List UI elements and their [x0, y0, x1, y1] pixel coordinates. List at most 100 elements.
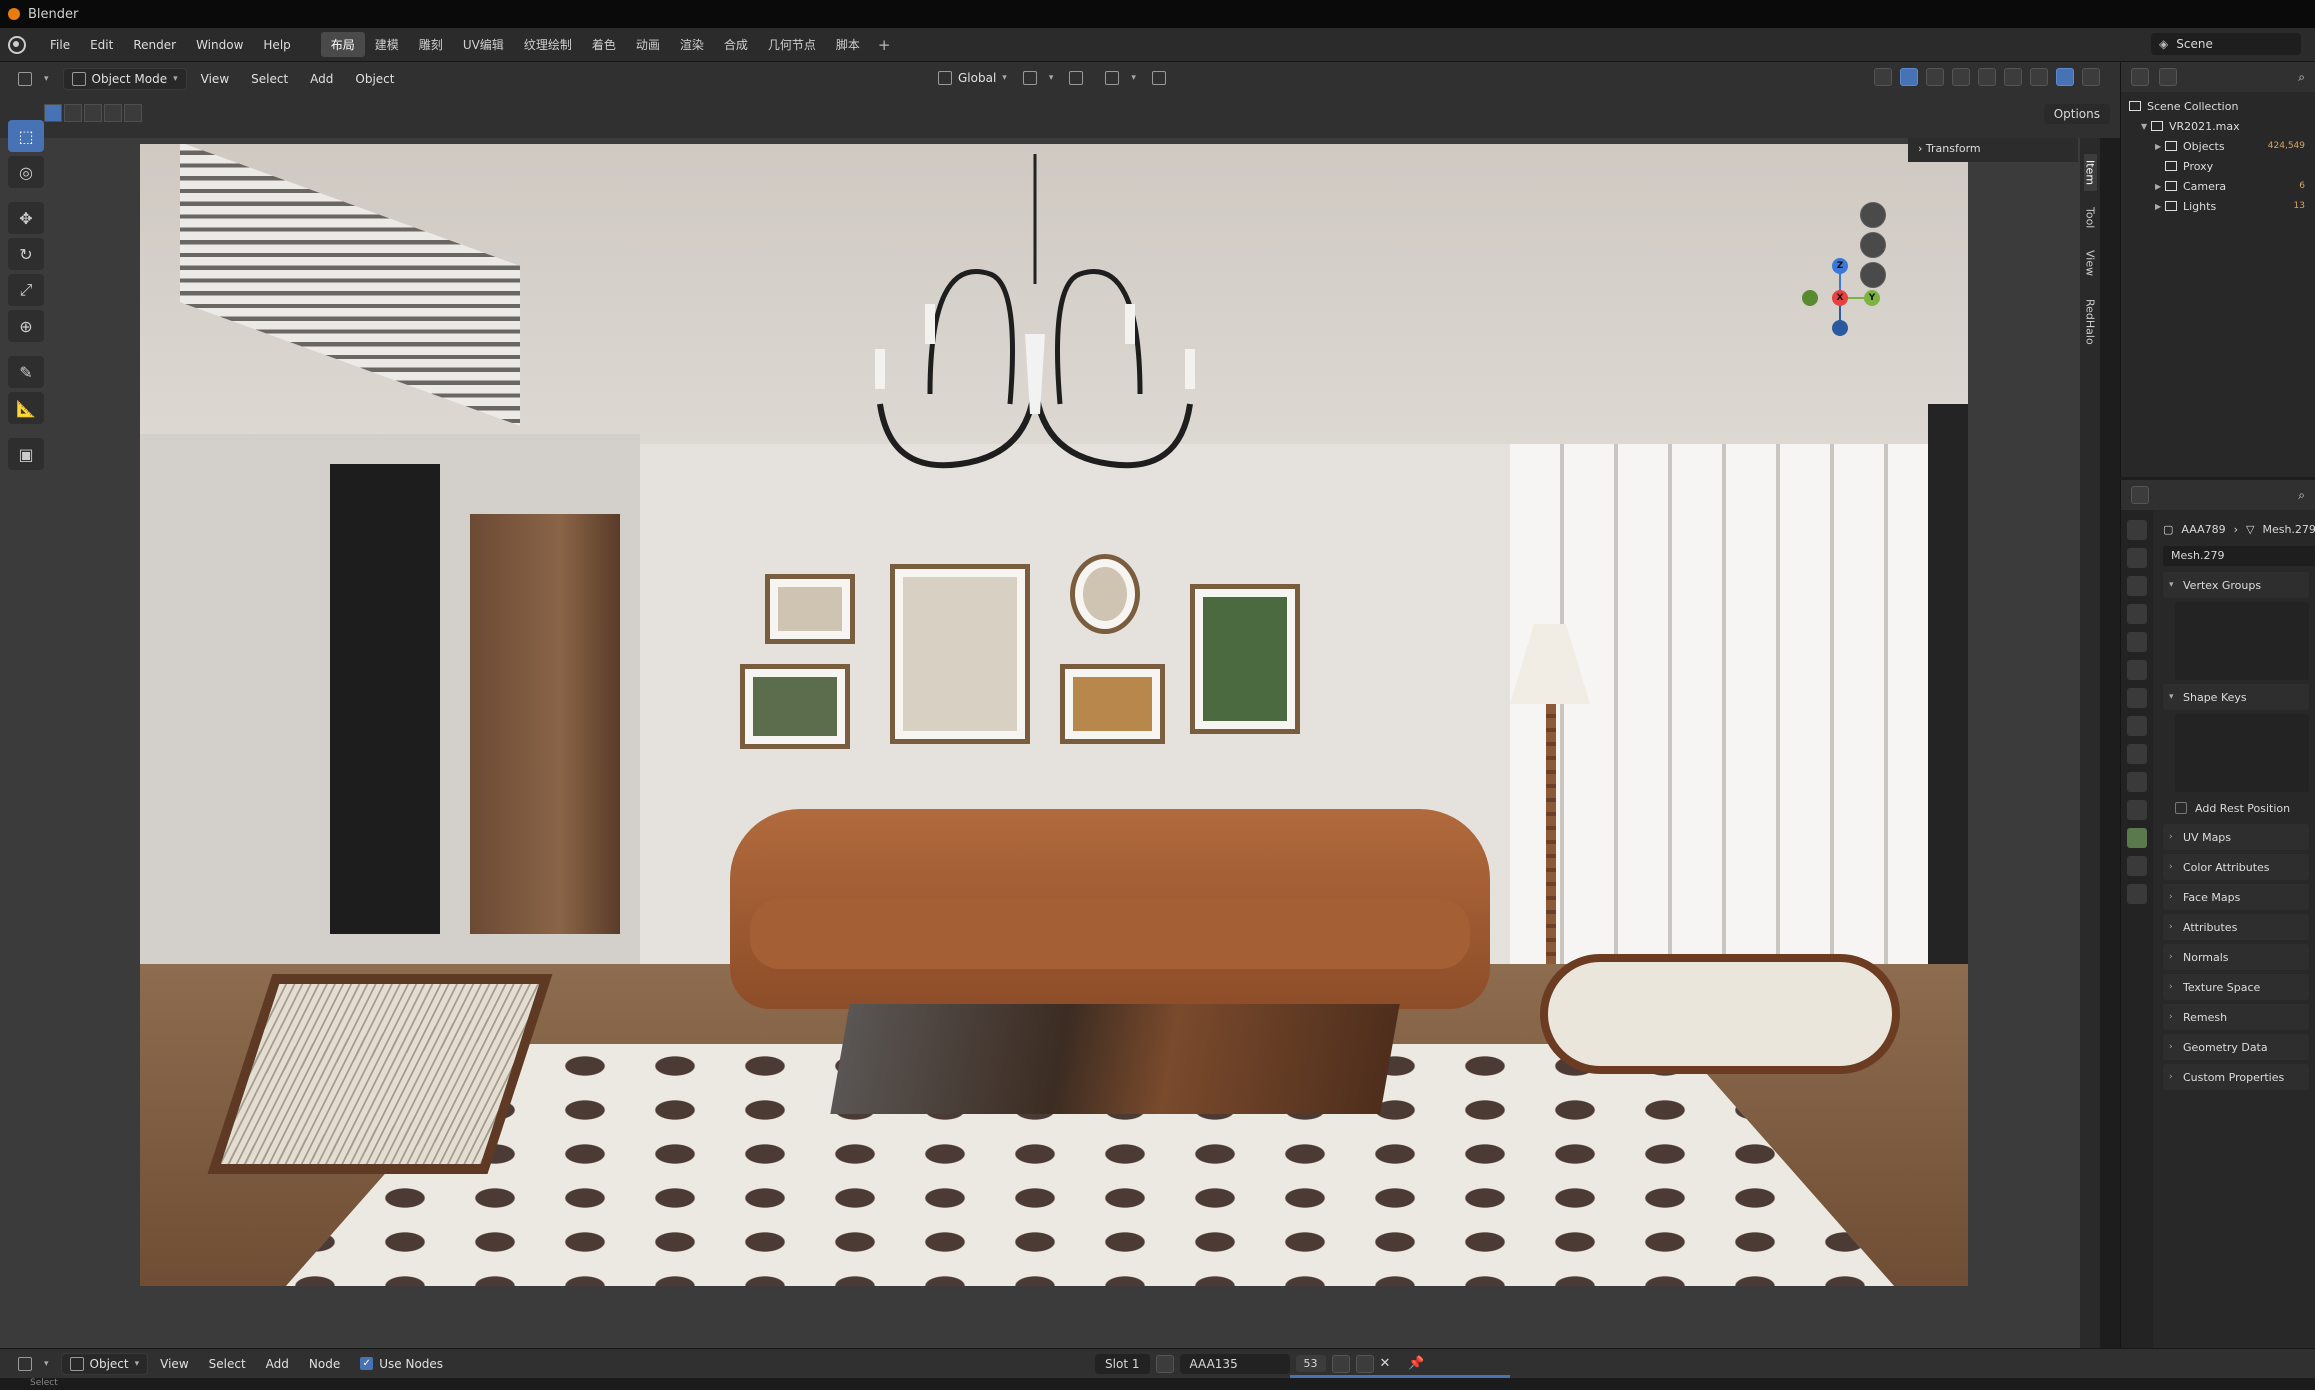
blender-menu-icon[interactable] [8, 35, 26, 54]
output-tab-icon[interactable] [2127, 576, 2147, 596]
panel-custom-properties[interactable]: › Custom Properties [2163, 1064, 2309, 1090]
checkbox-icon[interactable] [2175, 802, 2187, 814]
menu-file[interactable]: File [40, 38, 80, 52]
gizmo-toggle-icon[interactable] [1900, 68, 1918, 86]
menu-help[interactable]: Help [253, 38, 300, 52]
options-dropdown[interactable]: Options [2043, 104, 2110, 124]
menu-view[interactable]: View [152, 1354, 196, 1374]
workspace-tab-layout[interactable]: 布局 [320, 32, 365, 57]
scene-selector[interactable]: ◈ Scene [2151, 33, 2301, 55]
shape-keys-list[interactable] [2175, 714, 2309, 792]
visibility-icon[interactable] [1874, 68, 1892, 86]
workspace-tab-geometry-nodes[interactable]: 几何节点 [758, 32, 826, 57]
add-workspace-button[interactable]: + [870, 36, 899, 54]
menu-edit[interactable]: Edit [80, 38, 123, 52]
world-tab-icon[interactable] [2127, 660, 2147, 680]
outliner-item-camera[interactable]: ▶ Camera 6 [2121, 176, 2315, 196]
pan-hand-icon[interactable] [1860, 232, 1886, 258]
workspace-tab-rendering[interactable]: 渲染 [670, 32, 714, 57]
workspace-tab-compositing[interactable]: 合成 [714, 32, 758, 57]
constraints-tab-icon[interactable] [2127, 800, 2147, 820]
3d-viewport[interactable]: Z X Y › Transform Item Tool View RedHalo [0, 138, 2100, 1348]
menu-select[interactable]: Select [201, 1354, 254, 1374]
expand-down-icon[interactable]: ▼ [2141, 122, 2151, 131]
material-users-count[interactable]: 53 [1295, 1355, 1326, 1372]
physics-tab-icon[interactable] [2127, 772, 2147, 792]
tab-tool[interactable]: Tool [2084, 201, 2097, 234]
search-icon[interactable]: ⌕ [2298, 70, 2305, 85]
outliner-item-lights[interactable]: ▶ Lights 13 [2121, 196, 2315, 216]
workspace-tab-modeling[interactable]: 建模 [365, 32, 409, 57]
slot-dropdown[interactable]: Slot 1 [1095, 1353, 1150, 1374]
axis-y-icon[interactable]: Y [1864, 290, 1880, 306]
tab-redhalo[interactable]: RedHalo [2084, 293, 2097, 351]
transform-tool-icon[interactable]: ⊕ [8, 310, 44, 342]
tab-view[interactable]: View [2084, 244, 2097, 282]
properties-editor-icon[interactable] [2131, 486, 2149, 504]
fake-user-icon[interactable] [1331, 1354, 1350, 1373]
panel-geometry-data[interactable]: › Geometry Data [2163, 1034, 2309, 1060]
menu-add[interactable]: Add [302, 69, 341, 89]
menu-select[interactable]: Select [243, 69, 296, 89]
axis-neg-z-icon[interactable] [1832, 320, 1848, 336]
panel-color-attributes[interactable]: › Color Attributes [2163, 854, 2309, 880]
workspace-tab-scripting[interactable]: 脚本 [826, 32, 870, 57]
modifier-tab-icon[interactable] [2127, 716, 2147, 736]
panel-shape-keys[interactable]: ▾ Shape Keys [2163, 684, 2309, 710]
expand-right-icon[interactable]: ▶ [2155, 182, 2165, 191]
transform-panel-header[interactable]: › Transform [1908, 138, 2078, 162]
select-mode-subtract-icon[interactable] [84, 104, 102, 122]
vertex-groups-list[interactable] [2175, 602, 2309, 680]
zoom-icon[interactable] [1860, 202, 1886, 228]
panel-remesh[interactable]: › Remesh [2163, 1004, 2309, 1030]
pause-render-icon[interactable] [2082, 68, 2100, 86]
workspace-tab-uv-editing[interactable]: UV编辑 [453, 32, 514, 57]
select-mode-difference-icon[interactable] [104, 104, 122, 122]
scene-tab-icon[interactable] [2127, 632, 2147, 652]
expand-right-icon[interactable]: ▶ [2155, 142, 2165, 151]
rendered-shading-icon[interactable] [2056, 68, 2074, 86]
material-name-field[interactable]: AAA135 [1179, 1353, 1290, 1374]
measure-tool-icon[interactable]: 📐 [8, 392, 44, 424]
duplicate-material-icon[interactable] [1355, 1354, 1374, 1373]
menu-view[interactable]: View [193, 69, 237, 89]
wireframe-shading-icon[interactable] [1978, 68, 1996, 86]
add-rest-position-checkbox[interactable]: Add Rest Position [2163, 796, 2309, 820]
particles-tab-icon[interactable] [2127, 744, 2147, 764]
panel-face-maps[interactable]: › Face Maps [2163, 884, 2309, 910]
snap-target-dropdown[interactable]: ▾ [1097, 68, 1144, 88]
pivot-point-button[interactable]: ▾ [1015, 68, 1062, 88]
annotate-tool-icon[interactable]: ✎ [8, 356, 44, 388]
material-tab-icon[interactable] [2127, 856, 2147, 876]
menu-add[interactable]: Add [258, 1354, 297, 1374]
view-layer-tab-icon[interactable] [2127, 604, 2147, 624]
display-mode-icon[interactable] [2159, 68, 2177, 86]
workspace-tab-shading[interactable]: 着色 [582, 32, 626, 57]
render-tab-icon[interactable] [2127, 548, 2147, 568]
menu-window[interactable]: Window [186, 38, 253, 52]
panel-uv-maps[interactable]: › UV Maps [2163, 824, 2309, 850]
editor-type-button[interactable]: ▾ [10, 1354, 57, 1374]
menu-node[interactable]: Node [301, 1354, 348, 1374]
menu-render[interactable]: Render [123, 38, 186, 52]
proportional-edit-toggle[interactable] [1144, 68, 1180, 88]
object-tab-icon[interactable] [2127, 688, 2147, 708]
axis-z-icon[interactable]: Z [1832, 258, 1848, 274]
outliner-item-proxy[interactable]: Proxy [2121, 156, 2315, 176]
material-shading-icon[interactable] [2030, 68, 2048, 86]
search-icon[interactable]: ⌕ [2298, 488, 2305, 503]
snap-toggle[interactable] [1061, 68, 1097, 88]
tool-tab-icon[interactable] [2127, 520, 2147, 540]
rotate-tool-icon[interactable]: ↻ [8, 238, 44, 270]
select-mode-extend-icon[interactable] [64, 104, 82, 122]
workspace-tab-texture-paint[interactable]: 纹理绘制 [514, 32, 582, 57]
panel-attributes[interactable]: › Attributes [2163, 914, 2309, 940]
workspace-tab-animation[interactable]: 动画 [626, 32, 670, 57]
select-mode-intersect-icon[interactable] [124, 104, 142, 122]
outliner-item-objects[interactable]: ▶ Objects 424,549 [2121, 136, 2315, 156]
add-cube-tool-icon[interactable]: ▣ [8, 438, 44, 470]
use-nodes-checkbox[interactable]: ✓ Use Nodes [352, 1354, 451, 1374]
move-tool-icon[interactable]: ✥ [8, 202, 44, 234]
editor-type-button[interactable]: ▾ [10, 69, 57, 89]
xray-toggle-icon[interactable] [1952, 68, 1970, 86]
